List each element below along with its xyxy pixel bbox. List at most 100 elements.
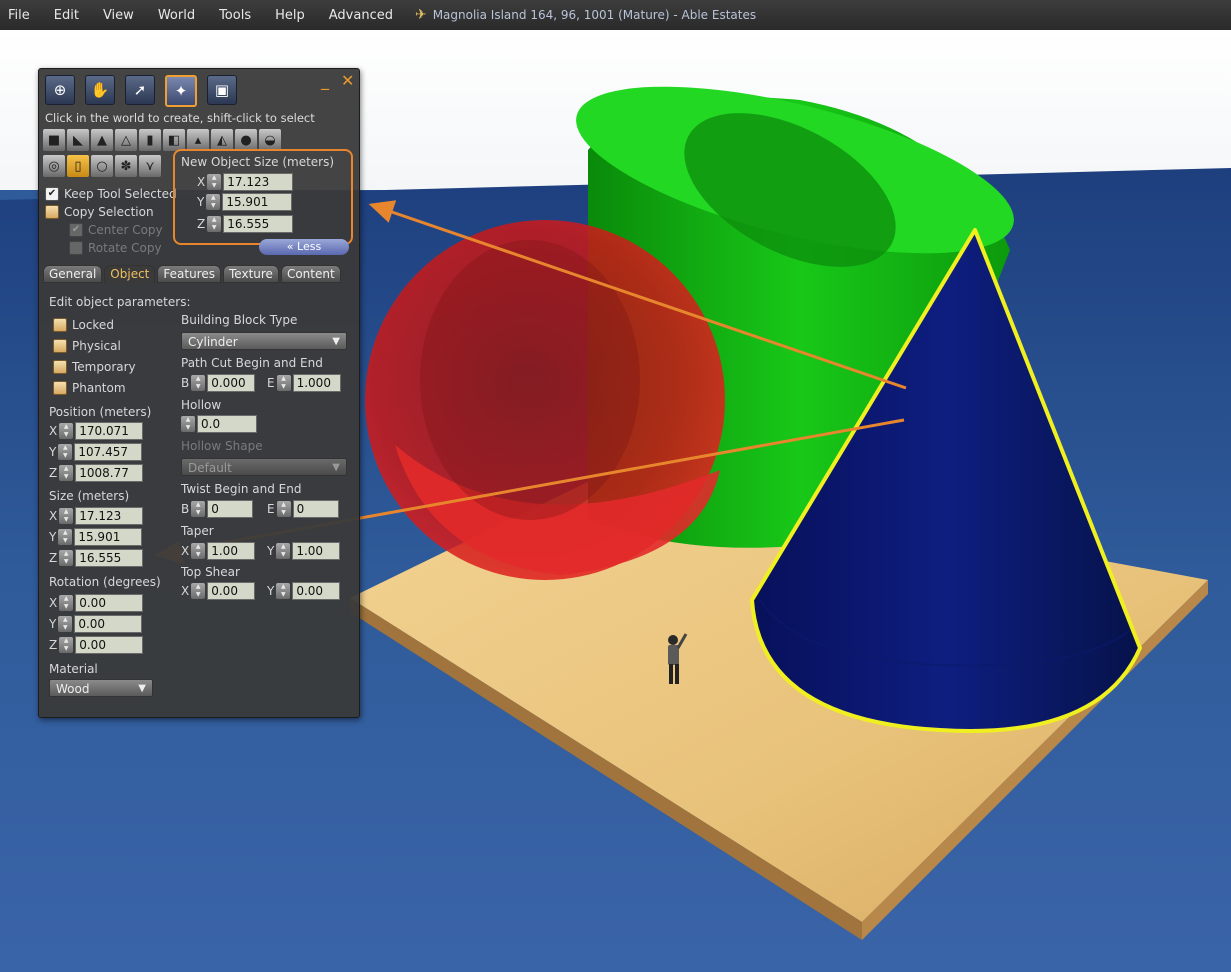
tetrahedron-shape-icon[interactable]: △	[115, 129, 137, 151]
half-sphere-shape-icon[interactable]: ◒	[259, 129, 281, 151]
ring-shape-icon[interactable]: ○	[91, 155, 113, 177]
menu-file[interactable]: File	[0, 8, 42, 23]
new-size-x-input[interactable]: 17.123	[223, 173, 294, 191]
twist-end-input[interactable]: 0	[292, 500, 339, 518]
spinner[interactable]: ▲ ▼	[59, 595, 74, 611]
tab-texture[interactable]: Texture	[223, 265, 279, 283]
physical-option[interactable]: Physical	[53, 339, 121, 353]
path-cut-end-input[interactable]: 1.000	[292, 374, 341, 392]
spinner[interactable]: ▲ ▼	[59, 508, 74, 524]
focus-tool-button[interactable]: ⊕	[45, 75, 75, 105]
minimize-button[interactable]: _	[321, 71, 329, 90]
cone-shape-icon[interactable]: ▴	[187, 129, 209, 151]
spinner[interactable]: ▲ ▼	[58, 529, 73, 545]
cylinder-shape-icon[interactable]: ▮	[139, 129, 161, 151]
spinner[interactable]: ▲ ▼	[59, 637, 74, 653]
menu-view[interactable]: View	[91, 8, 146, 23]
half-cone-shape-icon[interactable]: ◭	[211, 129, 233, 151]
menu-edit[interactable]: Edit	[42, 8, 91, 23]
sphere-shape-icon[interactable]: ●	[235, 129, 257, 151]
taper-x-input[interactable]: 1.00	[207, 542, 256, 560]
rotation-z-input[interactable]: 0.00	[75, 636, 144, 654]
new-size-y-input[interactable]: 15.901	[222, 193, 293, 211]
position-x-input[interactable]: 170.071	[75, 422, 144, 440]
close-button[interactable]: ✕	[341, 71, 354, 90]
torus-shape-icon[interactable]: ◎	[43, 155, 65, 177]
spinner[interactable]: ▲ ▼	[276, 375, 291, 391]
twist-end-field: E ▲ ▼ 0	[267, 500, 339, 518]
temporary-checkbox[interactable]	[53, 360, 67, 374]
spinner[interactable]: ▲ ▼	[276, 501, 291, 517]
cube-shape-icon[interactable]: ■	[43, 129, 65, 151]
spinner[interactable]: ▲ ▼	[276, 543, 291, 559]
copy-selection-option[interactable]: Copy Selection	[45, 205, 154, 219]
axis-label: Z	[49, 551, 58, 565]
axis-label: X	[49, 596, 58, 610]
menu-bar: File Edit View World Tools Help Advanced…	[0, 0, 1231, 30]
spinner[interactable]: ▲ ▼	[191, 583, 206, 599]
position-z-input[interactable]: 1008.77	[75, 464, 144, 482]
new-size-z-field: Z ▲ ▼ 16.555	[197, 215, 294, 233]
less-button[interactable]: « Less	[259, 239, 349, 255]
tube-shape-icon[interactable]: ▯	[67, 155, 89, 177]
temporary-option[interactable]: Temporary	[53, 360, 136, 374]
rotation-y-input[interactable]: 0.00	[74, 615, 143, 633]
spinner[interactable]: ▲ ▼	[181, 416, 195, 432]
spinner[interactable]: ▲ ▼	[207, 174, 222, 190]
land-tool-button[interactable]: ▣	[207, 75, 237, 105]
spinner[interactable]: ▲ ▼	[58, 616, 73, 632]
spinner[interactable]: ▲ ▼	[59, 465, 74, 481]
material-dropdown[interactable]: Wood ▼	[49, 679, 153, 697]
spinner[interactable]: ▲ ▼	[191, 501, 206, 517]
locked-option[interactable]: Locked	[53, 318, 114, 332]
twist-begin-input[interactable]: 0	[207, 500, 254, 518]
locked-checkbox[interactable]	[53, 318, 67, 332]
pyramid-shape-icon[interactable]: ▲	[91, 129, 113, 151]
position-y-input[interactable]: 107.457	[74, 443, 143, 461]
red-sphere[interactable]	[365, 220, 725, 580]
rotation-x-input[interactable]: 0.00	[75, 594, 144, 612]
select-tool-button[interactable]: ➚	[125, 75, 155, 105]
menu-help[interactable]: Help	[263, 8, 317, 23]
spinner[interactable]: ▲ ▼	[206, 194, 221, 210]
tab-features[interactable]: Features	[157, 265, 221, 283]
hollow-input[interactable]: 0.0	[197, 415, 257, 433]
physical-checkbox[interactable]	[53, 339, 67, 353]
tree-shape-icon[interactable]: ✽	[115, 155, 137, 177]
path-cut-begin-input[interactable]: 0.000	[207, 374, 256, 392]
menu-tools[interactable]: Tools	[207, 8, 263, 23]
keep-tool-selected-option[interactable]: ✔ Keep Tool Selected	[45, 187, 177, 201]
taper-y-input[interactable]: 1.00	[292, 542, 341, 560]
phantom-checkbox[interactable]	[53, 381, 67, 395]
spinner[interactable]: ▲ ▼	[59, 550, 74, 566]
half-cylinder-shape-icon[interactable]: ◧	[163, 129, 185, 151]
keep-tool-selected-checkbox[interactable]: ✔	[45, 187, 59, 201]
prism-shape-icon[interactable]: ◣	[67, 129, 89, 151]
create-tool-button[interactable]: ✦	[165, 75, 197, 107]
spinner[interactable]: ▲ ▼	[191, 543, 206, 559]
copy-selection-checkbox[interactable]	[45, 205, 59, 219]
spinner[interactable]: ▲ ▼	[207, 216, 222, 232]
tab-object[interactable]: Object	[104, 265, 156, 283]
axis-label: Y	[267, 544, 275, 558]
size-z-input[interactable]: 16.555	[75, 549, 144, 567]
menu-advanced[interactable]: Advanced	[317, 8, 405, 23]
menu-world[interactable]: World	[146, 8, 207, 23]
building-block-dropdown[interactable]: Cylinder ▼	[181, 332, 347, 350]
size-x-input[interactable]: 17.123	[75, 507, 144, 525]
size-y-input[interactable]: 15.901	[74, 528, 143, 546]
grab-tool-button[interactable]: ✋	[85, 75, 115, 105]
top-shear-y-input[interactable]: 0.00	[292, 582, 341, 600]
grass-shape-icon[interactable]: ⋎	[139, 155, 161, 177]
top-shear-x-input[interactable]: 0.00	[207, 582, 256, 600]
spinner[interactable]: ▲ ▼	[58, 444, 73, 460]
top-shear-label: Top Shear	[181, 565, 240, 579]
tab-general[interactable]: General	[43, 265, 103, 283]
spinner[interactable]: ▲ ▼	[59, 423, 74, 439]
spinner[interactable]: ▲ ▼	[276, 583, 291, 599]
new-size-z-input[interactable]: 16.555	[223, 215, 294, 233]
location-bar[interactable]: ✈ Magnolia Island 164, 96, 1001 (Mature)…	[415, 7, 756, 23]
phantom-option[interactable]: Phantom	[53, 381, 126, 395]
spinner[interactable]: ▲ ▼	[191, 375, 206, 391]
tab-content[interactable]: Content	[280, 265, 341, 283]
